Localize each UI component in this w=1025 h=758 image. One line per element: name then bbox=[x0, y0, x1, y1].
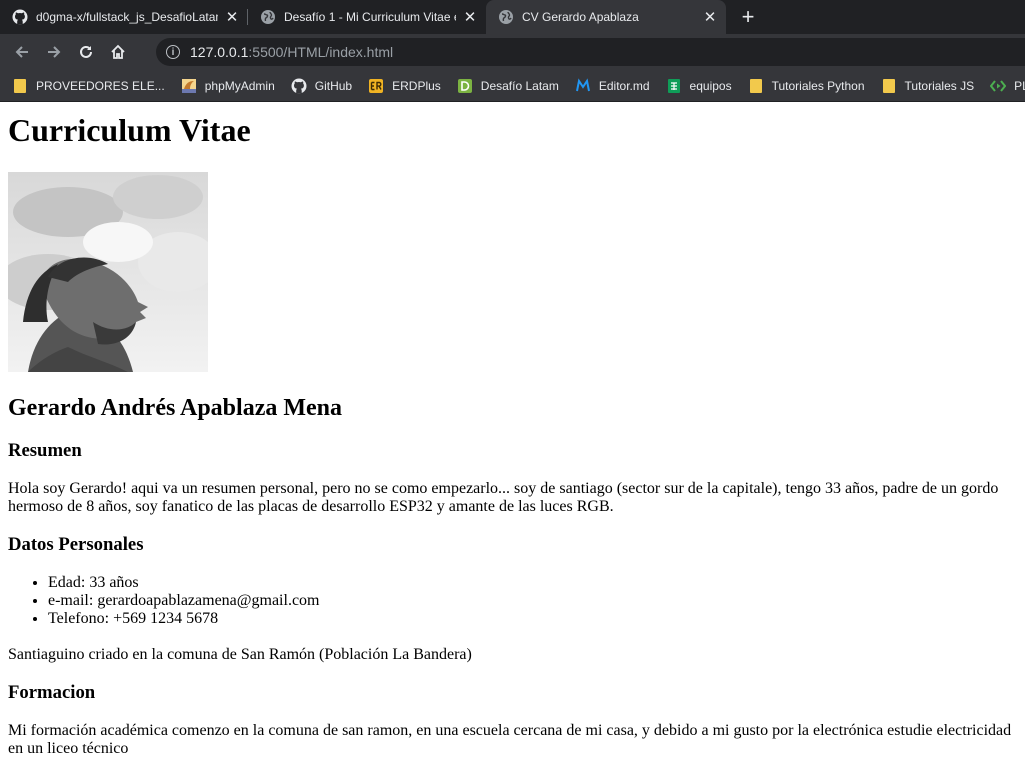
tab-desafio[interactable]: Desafío 1 - Mi Curriculum Vitae en HTML … bbox=[248, 0, 486, 34]
bookmark-tutoriales-js[interactable]: Tutoriales JS bbox=[881, 78, 975, 94]
url-path: :5500/HTML/index.html bbox=[248, 44, 394, 60]
datos-list: Edad: 33 años e-mail: gerardoapablazamen… bbox=[8, 574, 1017, 628]
address-bar[interactable]: i 127.0.0.1:5500/HTML/index.html bbox=[156, 38, 1025, 66]
bookmark-erdplus[interactable]: ERDPlus bbox=[368, 78, 441, 94]
resumen-text: Hola soy Gerardo! aqui va un resumen per… bbox=[8, 480, 999, 515]
github-icon bbox=[12, 9, 28, 25]
bookmark-label: ERDPlus bbox=[392, 78, 441, 93]
tab-cv-active[interactable]: CV Gerardo Apablaza ✕ bbox=[486, 0, 726, 34]
tab-title: CV Gerardo Apablaza bbox=[522, 10, 639, 24]
bookmark-label: Editor.md bbox=[598, 78, 650, 93]
desafio-latam-icon bbox=[457, 78, 473, 94]
arrow-right-icon bbox=[48, 46, 61, 58]
bookmark-proveedores[interactable]: PROVEEDORES ELE... bbox=[12, 78, 165, 94]
bookmark-tutoriales-python[interactable]: Tutoriales Python bbox=[748, 78, 865, 94]
url-host: 127.0.0.1 bbox=[190, 44, 249, 60]
phpmyadmin-icon bbox=[181, 78, 197, 94]
reload-icon bbox=[80, 45, 92, 58]
arrow-left-icon bbox=[15, 46, 28, 58]
person-name: Gerardo Andrés Apablaza Mena bbox=[8, 395, 342, 421]
folder-icon bbox=[881, 78, 897, 94]
home-button[interactable] bbox=[102, 36, 134, 68]
bookmark-github[interactable]: GitHub bbox=[291, 78, 352, 94]
playcode-icon bbox=[990, 78, 1007, 94]
formacion-text: Mi formación académica comenzo en la com… bbox=[8, 722, 1012, 757]
bookmark-label: PROVEEDORES ELE... bbox=[36, 78, 165, 93]
close-icon[interactable]: ✕ bbox=[224, 9, 240, 26]
back-button[interactable] bbox=[6, 36, 38, 68]
bookmark-desafio-latam[interactable]: Desafío Latam bbox=[457, 78, 559, 94]
page-title: Curriculum Vitae bbox=[8, 112, 251, 148]
profile-photo bbox=[8, 172, 208, 372]
resumen-heading: Resumen bbox=[8, 440, 82, 461]
bookmark-phpmyadmin[interactable]: phpMyAdmin bbox=[181, 78, 275, 94]
bookmark-equipos[interactable]: equipos bbox=[666, 78, 732, 94]
bookmark-label: Tutoriales JS bbox=[904, 78, 975, 93]
origen-text: Santiaguino criado en la comuna de San R… bbox=[8, 646, 472, 663]
browser-toolbar: i 127.0.0.1:5500/HTML/index.html bbox=[0, 34, 1025, 70]
close-icon[interactable]: ✕ bbox=[462, 9, 478, 26]
tab-strip: d0gma-x/fullstack_js_DesafioLatam ✕ Desa… bbox=[0, 0, 1025, 34]
sheets-icon bbox=[666, 78, 682, 94]
bookmark-label: GitHub bbox=[314, 78, 353, 93]
datos-heading: Datos Personales bbox=[8, 534, 144, 555]
list-item: e-mail: gerardoapablazamena@gmail.com bbox=[48, 592, 1017, 610]
folder-icon bbox=[12, 78, 28, 94]
info-icon[interactable]: i bbox=[166, 45, 180, 59]
globe-icon bbox=[498, 9, 514, 25]
bookmark-playcode[interactable]: PLAYC bbox=[990, 78, 1025, 94]
folder-icon bbox=[748, 78, 764, 94]
home-icon bbox=[111, 44, 125, 59]
bookmark-label: phpMyAdmin bbox=[204, 78, 275, 93]
tab-title: d0gma-x/fullstack_js_DesafioLatam bbox=[36, 10, 218, 24]
bookmarks-bar: PROVEEDORES ELE... phpMyAdmin GitHub ERD… bbox=[0, 70, 1025, 102]
formacion-heading: Formacion bbox=[8, 682, 96, 703]
forward-button[interactable] bbox=[38, 36, 70, 68]
page-content: Curriculum Vitae Gerardo Andrés Apablaza… bbox=[0, 112, 1025, 758]
tab-title: Desafío 1 - Mi Curriculum Vitae en HTML bbox=[284, 10, 456, 24]
list-item: Telefono: +569 1234 5678 bbox=[48, 610, 1017, 628]
github-icon bbox=[291, 78, 307, 94]
bookmark-label: PLAYC bbox=[1014, 78, 1025, 93]
new-tab-button[interactable]: + bbox=[734, 0, 762, 34]
bookmark-editor-md[interactable]: Editor.md bbox=[575, 77, 650, 94]
erdplus-icon bbox=[368, 78, 384, 94]
tab-github-repo[interactable]: d0gma-x/fullstack_js_DesafioLatam ✕ bbox=[0, 0, 248, 34]
reload-button[interactable] bbox=[70, 36, 102, 68]
bookmark-label: Tutoriales Python bbox=[771, 78, 865, 93]
editor-md-icon bbox=[575, 77, 591, 94]
bookmark-label: Desafío Latam bbox=[480, 78, 559, 93]
close-icon[interactable]: ✕ bbox=[702, 9, 718, 26]
globe-icon bbox=[260, 9, 276, 25]
bookmark-label: equipos bbox=[689, 78, 732, 93]
list-item: Edad: 33 años bbox=[48, 574, 1017, 592]
